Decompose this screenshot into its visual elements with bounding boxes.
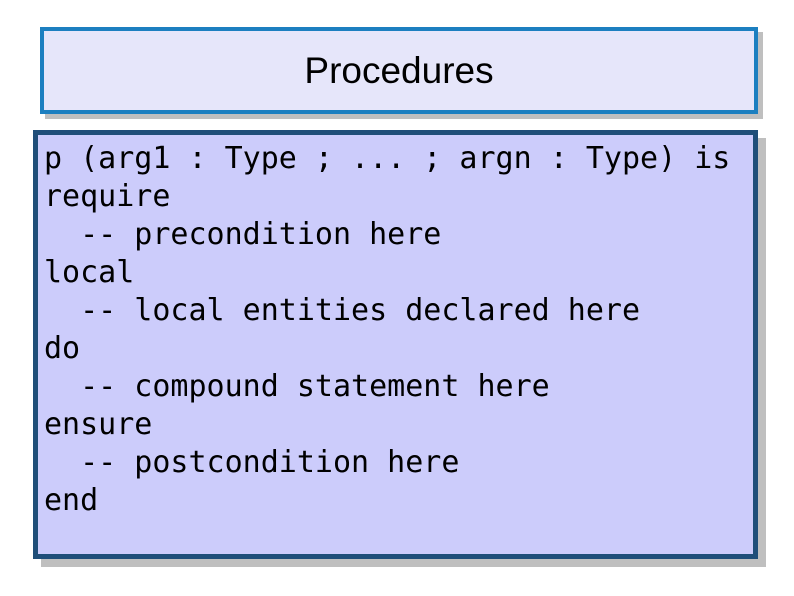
page-title: Procedures <box>304 50 494 91</box>
slide-canvas: Procedures p (arg1 : Type ; ... ; argn :… <box>0 0 794 596</box>
code-block-container: p (arg1 : Type ; ... ; argn : Type) is r… <box>33 130 758 559</box>
slide-title-box: Procedures <box>40 27 758 114</box>
code-block-text: p (arg1 : Type ; ... ; argn : Type) is r… <box>44 141 731 518</box>
